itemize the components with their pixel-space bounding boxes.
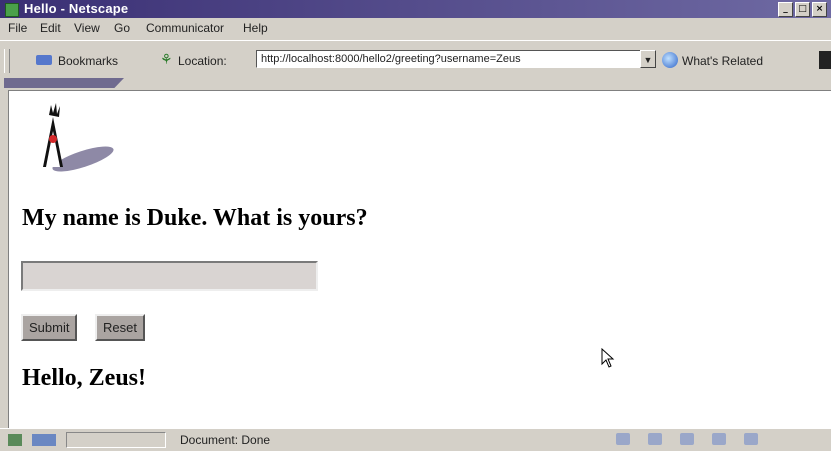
collapse-tab[interactable] (4, 78, 124, 88)
progress-indicator (66, 432, 166, 448)
location-label: Location: (178, 54, 227, 68)
minimize-icon[interactable]: _ (778, 2, 793, 17)
address-book-icon[interactable] (712, 433, 726, 445)
window-title: Hello - Netscape (24, 1, 129, 16)
navigator-icon[interactable] (616, 433, 630, 445)
url-input[interactable] (256, 50, 642, 68)
menu-file[interactable]: File (8, 21, 27, 35)
reset-button[interactable]: Reset (95, 314, 145, 341)
netscape-throbber-icon (819, 51, 831, 69)
duke-mascot-image (43, 103, 114, 172)
composer-icon[interactable] (744, 433, 758, 445)
menu-communicator[interactable]: Communicator (146, 21, 224, 35)
mouse-pointer-icon (601, 348, 615, 368)
menu-edit[interactable]: Edit (40, 21, 61, 35)
bookmarks-icon[interactable] (36, 55, 52, 65)
prompt-heading: My name is Duke. What is yours? (22, 205, 368, 231)
component-bar-icon[interactable] (32, 434, 56, 446)
newsgroups-icon[interactable] (680, 433, 694, 445)
menu-help[interactable]: Help (243, 21, 268, 35)
submit-button[interactable]: Submit (21, 314, 78, 341)
status-bar: Document: Done (0, 428, 831, 451)
bookmarks-button[interactable]: Bookmarks (58, 54, 118, 68)
component-bar (616, 433, 758, 445)
close-icon[interactable]: × (812, 2, 827, 17)
menu-go[interactable]: Go (114, 21, 130, 35)
window-controls: _ □ × (778, 2, 827, 17)
greeting-heading: Hello, Zeus! (22, 365, 146, 391)
page-content: My name is Duke. What is yours? Submit R… (8, 90, 831, 429)
whats-related-button[interactable]: What's Related (682, 54, 763, 68)
toolbar-grip[interactable] (4, 49, 10, 73)
whats-related-icon[interactable] (662, 52, 678, 68)
status-text: Document: Done (180, 433, 271, 447)
menu-view[interactable]: View (74, 21, 100, 35)
mail-icon[interactable] (648, 433, 662, 445)
location-toolbar: Bookmarks ⚘ Location: ▼ What's Related (0, 40, 831, 79)
menu-bar: File Edit View Go Communicator Help (0, 18, 831, 40)
maximize-icon[interactable]: □ (795, 2, 810, 17)
url-dropdown-icon[interactable]: ▼ (640, 50, 656, 68)
netscape-app-icon (5, 3, 19, 17)
location-icon[interactable]: ⚘ (160, 51, 173, 67)
username-input[interactable] (21, 261, 318, 291)
title-bar: Hello - Netscape _ □ × (0, 0, 831, 18)
security-icon[interactable] (8, 434, 22, 446)
collapse-tab-strip (0, 78, 831, 90)
